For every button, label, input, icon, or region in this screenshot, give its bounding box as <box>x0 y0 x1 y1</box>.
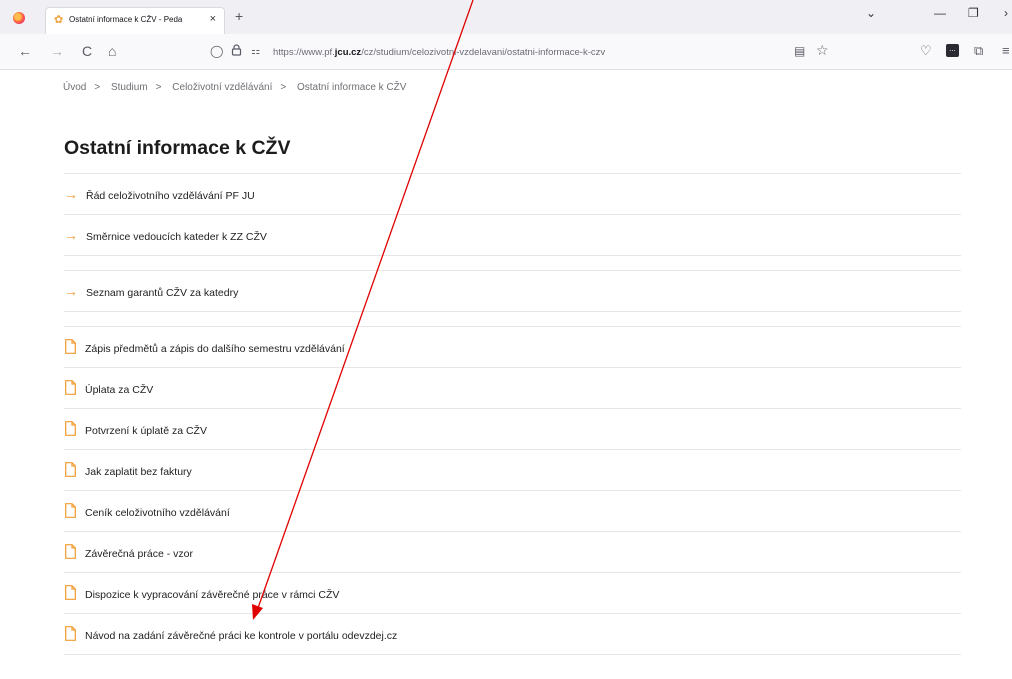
overflow-icon[interactable]: › <box>1004 6 1008 20</box>
restore-window-icon[interactable]: ❐ <box>968 6 979 20</box>
document-label[interactable]: Jak zaplatit bez faktury <box>85 466 192 478</box>
bookmark-star-icon[interactable]: ☆ <box>816 42 829 59</box>
arrow-right-icon: → <box>64 227 78 243</box>
document-label[interactable]: Zápis předmětů a zápis do dalšího semest… <box>85 343 345 355</box>
minimize-window-icon[interactable]: — <box>934 6 946 20</box>
navigation-toolbar: ← → C ⌂ ◯ ⚏ https://www.pf.jcu.cz/cz/stu… <box>0 34 1012 70</box>
page-title: Ostatní informace k CŽV <box>64 137 291 159</box>
breadcrumb-separator: > <box>155 82 162 93</box>
link-label[interactable]: Seznam garantů CŽV za katedry <box>86 287 238 299</box>
arrow-right-icon: → <box>64 186 78 202</box>
svg-text:···: ··· <box>949 47 956 55</box>
list-divider <box>64 654 961 655</box>
document-label[interactable]: Potvrzení k úplatě za CŽV <box>85 425 207 437</box>
tab-list-dropdown-icon[interactable]: ⌄ <box>866 6 876 20</box>
list-item-document[interactable]: Úplata za CŽV <box>64 367 961 408</box>
document-label[interactable]: Ceník celoživotního vzdělávání <box>85 507 230 519</box>
breadcrumb-studium[interactable]: Studium <box>111 82 148 93</box>
list-item-document[interactable]: Jak zaplatit bez faktury <box>64 449 961 490</box>
tab-bar: ✿ Ostatní informace k CŽV - Peda × + ⌄ —… <box>0 0 1012 34</box>
address-bar[interactable]: ◯ ⚏ https://www.pf.jcu.cz/cz/studium/cel… <box>196 39 829 65</box>
list-item-link[interactable]: → Seznam garantů CŽV za katedry <box>64 270 961 311</box>
active-tab[interactable]: ✿ Ostatní informace k CŽV - Peda × <box>45 7 225 34</box>
breadcrumb-czv[interactable]: Celoživotní vzdělávání <box>172 82 272 93</box>
breadcrumb: Úvod > Studium > Celoživotní vzdělávání > O… <box>63 82 412 93</box>
forward-icon[interactable]: → <box>50 43 64 59</box>
list-item-link[interactable]: → Směrnice vedoucích kateder k ZZ CŽV <box>64 214 961 255</box>
back-icon[interactable]: ← <box>18 43 32 59</box>
info-list: → Řád celoživotního vzdělávání PF JU → S… <box>64 173 961 655</box>
document-icon <box>65 339 76 354</box>
breadcrumb-home[interactable]: Úvod <box>63 82 86 93</box>
lock-icon[interactable] <box>231 44 242 59</box>
list-item-link[interactable]: → Řád celoživotního vzdělávání PF JU <box>64 173 961 214</box>
pocket-icon[interactable]: ♡ <box>920 43 932 59</box>
list-item-document[interactable]: Ceník celoživotního vzdělávání <box>64 490 961 531</box>
share-icon[interactable]: ⧉ <box>974 43 983 59</box>
home-icon[interactable]: ⌂ <box>108 43 116 59</box>
document-label[interactable]: Závěrečná práce - vzor <box>85 548 193 560</box>
list-item-document[interactable]: Zápis předmětů a zápis do dalšího semest… <box>64 326 961 367</box>
close-tab-icon[interactable]: × <box>210 13 216 25</box>
document-icon <box>65 544 76 559</box>
document-label[interactable]: Úplata za CŽV <box>85 384 153 396</box>
document-icon <box>65 421 76 436</box>
arrow-right-icon: → <box>64 283 78 299</box>
app-menu-icon[interactable]: ≡ <box>1002 43 1010 58</box>
document-icon <box>65 626 76 641</box>
document-icon <box>65 462 76 477</box>
reader-view-icon[interactable]: ▤ <box>794 44 805 58</box>
url-text[interactable]: https://www.pf.jcu.cz/cz/studium/celoziv… <box>273 47 605 58</box>
link-label[interactable]: Směrnice vedoucích kateder k ZZ CŽV <box>86 231 267 243</box>
list-item-document[interactable]: Dispozice k vypracování závěrečné práce … <box>64 572 961 613</box>
tracking-shield-icon[interactable]: ◯ <box>210 44 223 58</box>
permissions-icon[interactable]: ⚏ <box>251 46 260 57</box>
list-item-document[interactable]: Návod na zadání závěrečné práci ke kontr… <box>64 613 961 654</box>
list-item-document[interactable]: Potvrzení k úplatě za CŽV <box>64 408 961 449</box>
document-icon <box>65 503 76 518</box>
new-tab-button[interactable]: + <box>235 8 243 24</box>
firefox-icon[interactable] <box>13 12 25 24</box>
document-icon <box>65 585 76 600</box>
document-icon <box>65 380 76 395</box>
document-label[interactable]: Návod na zadání závěrečné práci ke kontr… <box>85 630 397 642</box>
list-item-document[interactable]: Závěrečná práce - vzor <box>64 531 961 572</box>
list-spacer <box>64 255 961 270</box>
extension-icon[interactable]: ··· <box>946 44 959 60</box>
breadcrumb-separator: > <box>280 82 287 93</box>
link-label[interactable]: Řád celoživotního vzdělávání PF JU <box>86 190 255 202</box>
document-label[interactable]: Dispozice k vypracování závěrečné práce … <box>85 589 339 601</box>
breadcrumb-separator: > <box>94 82 101 93</box>
list-spacer <box>64 311 961 326</box>
reload-icon[interactable]: C <box>82 43 92 59</box>
site-favicon-icon: ✿ <box>54 14 64 26</box>
tab-title: Ostatní informace k CŽV - Peda <box>69 15 183 24</box>
breadcrumb-current: Ostatní informace k CŽV <box>296 82 407 93</box>
